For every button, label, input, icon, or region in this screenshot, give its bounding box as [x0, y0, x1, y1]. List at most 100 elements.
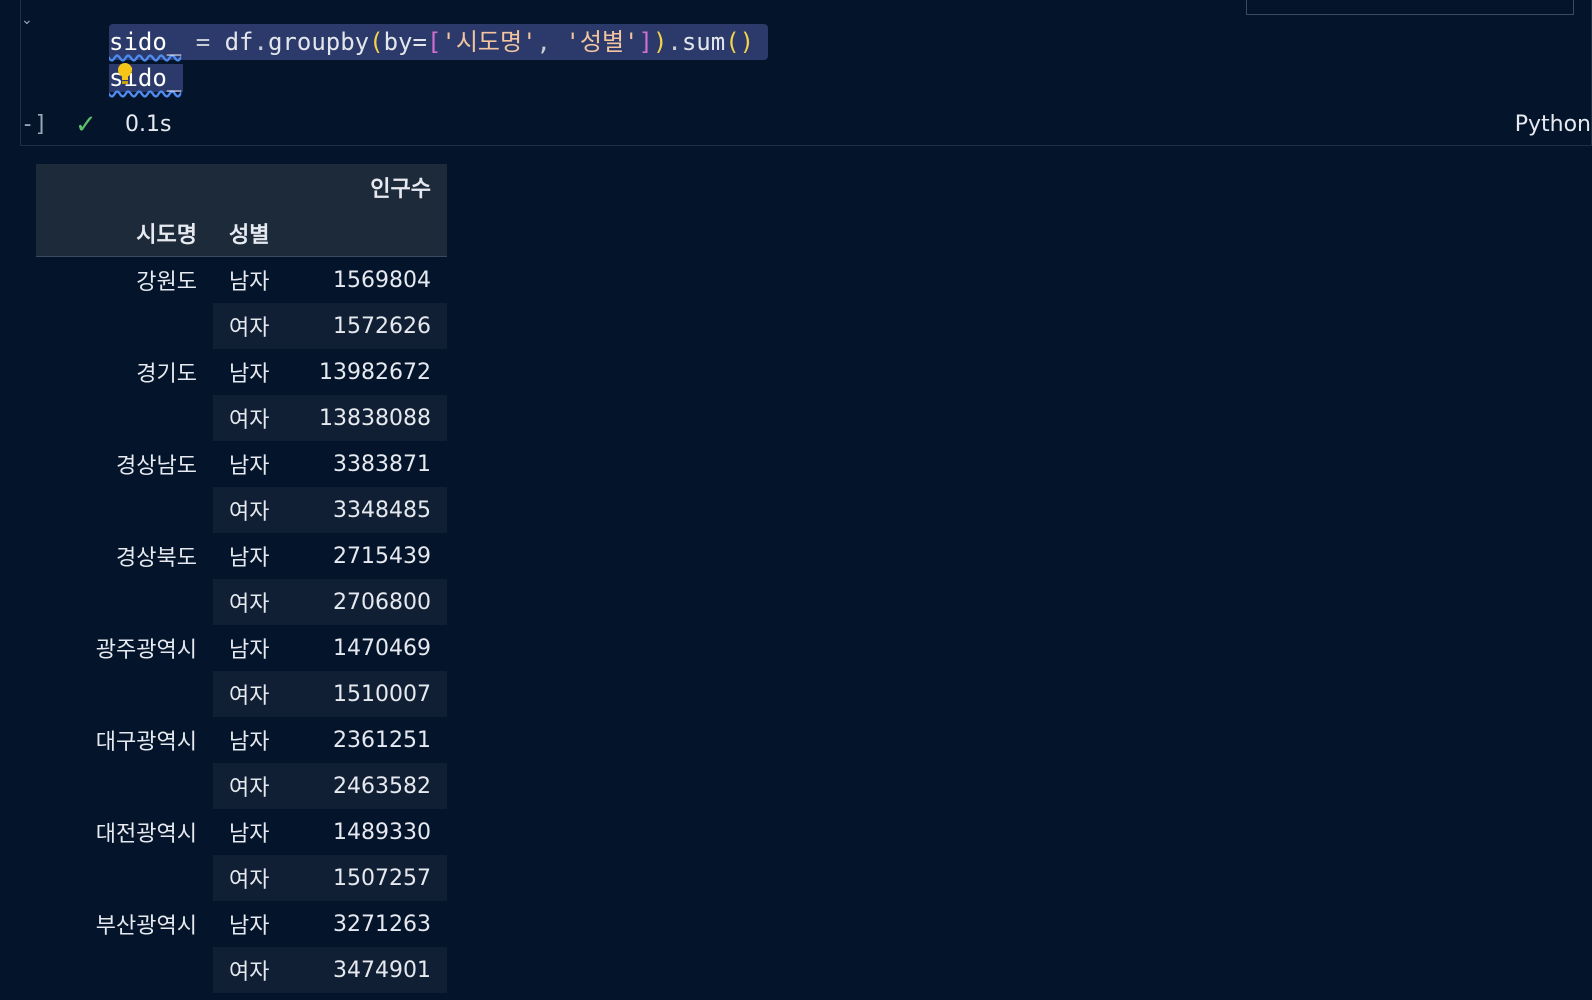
row-value: 2463582	[301, 763, 447, 809]
table-header-row: 인구수	[36, 164, 447, 210]
row-region: 경상북도	[116, 546, 197, 571]
header-spacer	[36, 164, 213, 210]
notebook-code-cell[interactable]: ⌄ -] sido_ = df.groupby(by=['시도명', '성별']…	[20, 0, 1592, 146]
row-sex: 여자	[213, 855, 301, 901]
row-region: 부산광역시	[95, 914, 197, 939]
row-sex: 여자	[213, 487, 301, 533]
code-token-variable: sido_	[109, 28, 182, 56]
execution-time: 0.1s	[125, 112, 172, 137]
code-token-method: groupby	[267, 28, 370, 56]
row-value: 1510007	[301, 671, 447, 717]
row-value: 1489330	[333, 819, 431, 845]
row-value: 13838088	[301, 395, 447, 441]
table-row: 경상남도 남자 3383871	[36, 441, 447, 487]
row-region	[36, 395, 213, 441]
row-sex: 여자	[213, 579, 301, 625]
row-sex: 남자	[229, 822, 270, 847]
code-line-2: sido_	[109, 60, 768, 96]
table-row: 경기도 남자 13982672	[36, 349, 447, 395]
row-region	[36, 671, 213, 717]
header-spacer	[213, 164, 301, 210]
row-sex: 여자	[213, 303, 301, 349]
table-row: 강원도 남자 1569804	[36, 257, 447, 304]
row-sex: 남자	[229, 546, 270, 571]
row-value: 3383871	[333, 451, 431, 477]
row-sex: 여자	[213, 947, 301, 993]
row-region	[36, 487, 213, 533]
kernel-language-label[interactable]: Python	[1515, 112, 1591, 137]
code-token-paren: (	[369, 28, 384, 56]
row-value: 2715439	[333, 543, 431, 569]
index-name-region: 시도명	[36, 210, 213, 257]
row-region	[36, 763, 213, 809]
code-token-paren: ()	[725, 28, 755, 56]
row-sex: 남자	[229, 454, 270, 479]
code-line-1: sido_ = df.groupby(by=['시도명', '성별']).sum…	[109, 24, 769, 60]
column-header: 인구수	[301, 164, 447, 210]
row-value: 1470469	[333, 635, 431, 661]
table-row: 여자 3348485	[36, 487, 447, 533]
row-region	[36, 579, 213, 625]
header-spacer	[301, 210, 447, 257]
code-token-comma: ,	[536, 28, 566, 56]
code-token-dot: .	[667, 28, 682, 56]
row-value: 2361251	[333, 727, 431, 753]
index-name-sex: 성별	[213, 210, 301, 257]
find-widget-edge	[1246, 0, 1574, 15]
row-value: 1569804	[333, 267, 431, 293]
row-value: 3348485	[301, 487, 447, 533]
row-value: 2706800	[301, 579, 447, 625]
table-row: 여자 1510007	[36, 671, 447, 717]
row-value: 3474901	[301, 947, 447, 993]
table-row: 광주광역시 남자 1470469	[36, 625, 447, 671]
code-token-paren: )	[652, 28, 668, 56]
table-row: 여자 3474901	[36, 947, 447, 993]
row-region: 광주광역시	[95, 638, 197, 663]
table-row: 대전광역시 남자 1489330	[36, 809, 447, 855]
row-region	[36, 855, 213, 901]
row-region: 경기도	[136, 362, 197, 387]
table-row: 여자 2463582	[36, 763, 447, 809]
code-token-operator: =	[181, 28, 225, 56]
row-sex: 여자	[213, 763, 301, 809]
row-region	[36, 303, 213, 349]
code-token-string: '시도명'	[441, 28, 537, 56]
row-sex: 여자	[213, 671, 301, 717]
table-row: 부산광역시 남자 3271263	[36, 901, 447, 947]
code-editor[interactable]: sido_ = df.groupby(by=['시도명', '성별']).sum…	[109, 24, 769, 96]
row-value: 1507257	[301, 855, 447, 901]
row-sex: 남자	[229, 730, 270, 755]
row-value: 3271263	[333, 911, 431, 937]
row-sex: 남자	[229, 362, 270, 387]
code-token-dot: .	[253, 28, 268, 56]
row-sex: 남자	[229, 914, 270, 939]
table-row: 경상북도 남자 2715439	[36, 533, 447, 579]
row-sex: 여자	[213, 395, 301, 441]
index-header-row: 시도명 성별	[36, 210, 447, 257]
check-icon: ✓	[75, 110, 97, 140]
code-token-string: '성별'	[565, 28, 639, 56]
row-region: 대구광역시	[95, 730, 197, 755]
row-sex: 남자	[229, 638, 270, 663]
table-row: 여자 2706800	[36, 579, 447, 625]
table-row: 대구광역시 남자 2361251	[36, 717, 447, 763]
code-token-keyword-arg: by=	[383, 28, 427, 56]
code-token-bracket: [	[426, 28, 442, 56]
code-token-bracket: ]	[638, 28, 653, 56]
code-token-method: sum	[681, 28, 726, 56]
row-value: 13982672	[319, 359, 431, 385]
lightbulb-icon[interactable]	[117, 62, 133, 86]
chevron-down-icon[interactable]: ⌄	[21, 12, 33, 28]
table-row: 여자 1507257	[36, 855, 447, 901]
row-region: 강원도	[136, 270, 197, 295]
row-region: 대전광역시	[95, 822, 197, 847]
row-region: 경상남도	[116, 454, 197, 479]
row-sex: 남자	[229, 270, 270, 295]
table-row: 여자 1572626	[36, 303, 447, 349]
row-value: 1572626	[301, 303, 447, 349]
dataframe-output: 인구수 시도명 성별 강원도 남자 1569804 여자 1572626 경기도 남자 1…	[36, 164, 447, 993]
execution-count-bracket: -]	[21, 112, 48, 137]
row-region	[36, 947, 213, 993]
table-row: 여자 13838088	[36, 395, 447, 441]
code-token-object: df	[224, 28, 254, 56]
